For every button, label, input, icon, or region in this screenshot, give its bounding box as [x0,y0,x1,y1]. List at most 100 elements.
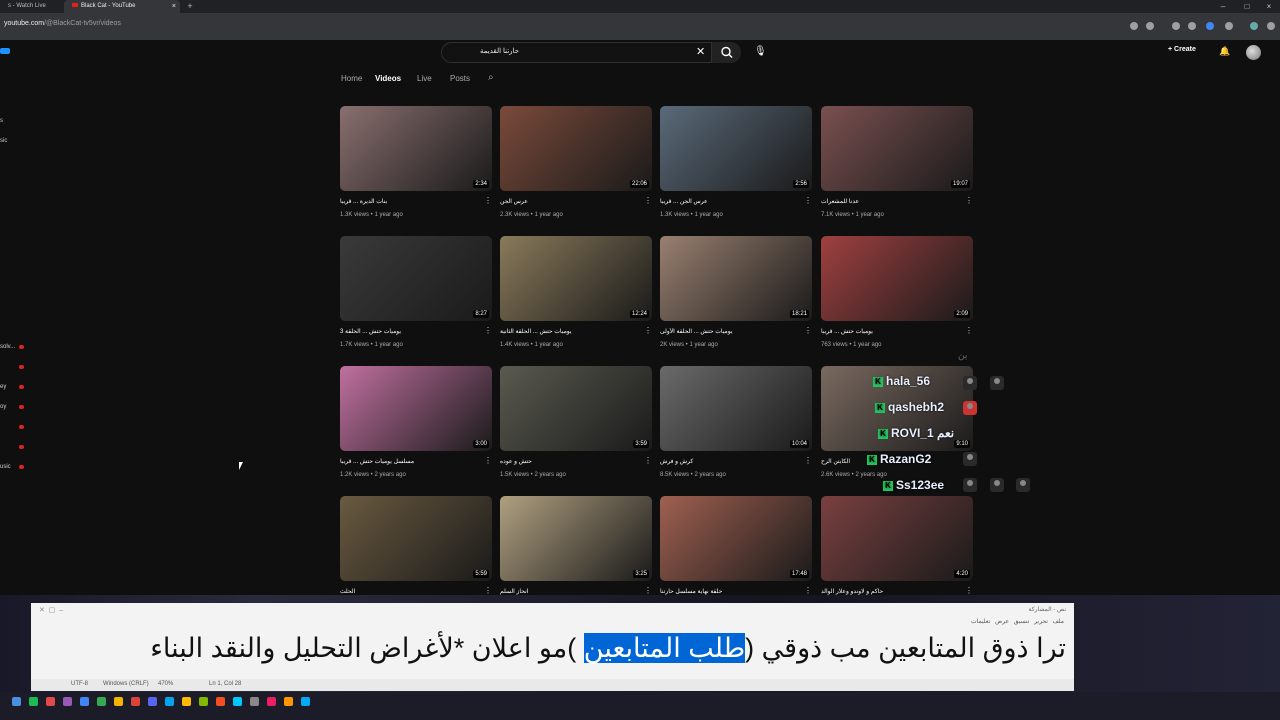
video-title[interactable]: عرس الجن ... قريباً [660,198,800,205]
install-icon[interactable] [1130,22,1138,30]
taskbar-app-icon[interactable] [63,697,72,706]
taskbar-app-icon[interactable] [148,697,157,706]
video-title[interactable]: كرش و فرش [660,458,800,465]
video-thumbnail[interactable]: 18:21 [660,236,812,321]
video-thumbnail[interactable]: 5:59 [340,496,492,581]
search-button[interactable] [711,42,741,63]
maximize-icon[interactable]: □ [1236,0,1258,13]
video-title[interactable]: عدنا للمشعرات [821,198,961,205]
notepad-text[interactable]: ترا ذوق المتابعين مب ذوقي (طلب المتابعين… [150,633,1066,664]
taskbar-app-icon[interactable] [233,697,242,706]
more-options-icon[interactable]: ⋮ [484,586,492,595]
video-title[interactable]: يوميات حتش ... الحلقة الثانية [500,328,640,335]
taskbar-app-icon[interactable] [199,697,208,706]
tab-live[interactable]: Live [417,74,432,83]
tab-black-cat[interactable]: Black Cat - YouTube × [64,0,180,13]
sidebar-item[interactable]: s [0,118,3,124]
video-thumbnail[interactable]: 4:20 [821,496,973,581]
minimize-icon[interactable]: – [1212,0,1234,13]
sidebar-item[interactable]: usic [0,464,11,470]
video-thumbnail[interactable]: 10:04 [660,366,812,451]
avatar[interactable] [1246,45,1261,60]
profile-icon[interactable] [1250,22,1258,30]
video-title[interactable]: الحلث [340,588,480,595]
video-thumbnail[interactable]: 2:09 [821,236,973,321]
youtube-logo-icon[interactable] [0,48,10,54]
taskbar-app-icon[interactable] [29,697,38,706]
more-options-icon[interactable]: ⋮ [804,586,812,595]
video-thumbnail[interactable]: 3:59 [500,366,652,451]
taskbar-app-icon[interactable] [182,697,191,706]
video-title[interactable]: بنات الديرة ... قريباً [340,198,480,205]
more-options-icon[interactable]: ⋮ [804,196,812,205]
sidebar-item[interactable]: sic [0,138,7,144]
more-options-icon[interactable]: ⋮ [644,196,652,205]
channel-search-icon[interactable]: ⌕ [488,72,494,83]
video-title[interactable]: يوميات حتش ... قريباً [821,328,961,335]
tab-watch-live[interactable]: s - Watch Live [0,0,55,13]
video-title[interactable]: حلقة نهاية مسلسل حارتنا [660,588,800,595]
taskbar-app-icon[interactable] [114,697,123,706]
more-options-icon[interactable]: ⋮ [804,326,812,335]
more-options-icon[interactable]: ⋮ [644,456,652,465]
tab-posts[interactable]: Posts [450,74,470,83]
extension-icon[interactable] [1206,22,1214,30]
taskbar-app-icon[interactable] [250,697,259,706]
extensions-puzzle-icon[interactable] [1225,22,1233,30]
video-thumbnail[interactable]: 8:27 [340,236,492,321]
video-thumbnail[interactable]: 3:25 [500,496,652,581]
more-options-icon[interactable]: ⋮ [644,326,652,335]
video-thumbnail[interactable]: 3:00 [340,366,492,451]
notifications-bell-icon[interactable]: 🔔 [1219,46,1230,57]
video-title[interactable]: حاكم و لاوندو وعلار الوالد [821,588,961,595]
video-title[interactable]: يوميات حتش ... الحلقة الأولى [660,328,800,335]
more-options-icon[interactable]: ⋮ [484,456,492,465]
more-options-icon[interactable]: ⋮ [965,586,973,595]
taskbar-app-icon[interactable] [80,697,89,706]
taskbar-app-icon[interactable] [284,697,293,706]
new-tab-button[interactable]: + [185,1,195,11]
tab-videos[interactable]: Videos [375,74,401,83]
video-thumbnail[interactable]: 2:56 [660,106,812,191]
video-title[interactable]: يوميات حتش ... الحلقة 3 [340,328,480,335]
video-title[interactable]: انحاز السلم [500,588,640,595]
notepad-menu[interactable]: ملف تحرير تنسيق عرض تعليمات [971,618,1064,625]
sidebar-item[interactable]: solv... [0,344,15,350]
clear-search-icon[interactable]: ✕ [696,45,705,58]
sidebar-item[interactable]: oy [0,404,6,410]
video-thumbnail[interactable]: 19:07 [821,106,973,191]
address-bar[interactable]: youtube.com/@BlackCat-tv5vr/videos [4,20,121,27]
more-options-icon[interactable]: ⋮ [965,326,973,335]
video-thumbnail[interactable]: 22:06 [500,106,652,191]
taskbar-app-icon[interactable] [267,697,276,706]
video-thumbnail[interactable]: 2:34 [340,106,492,191]
taskbar-app-icon[interactable] [165,697,174,706]
taskbar-app-icon[interactable] [12,697,21,706]
close-window-icon[interactable]: × [1258,0,1280,13]
microphone-icon[interactable]: 🎙 [754,46,767,57]
more-options-icon[interactable]: ⋮ [965,196,973,205]
video-title[interactable]: حتش و عوده [500,458,640,465]
bookmark-star-icon[interactable] [1146,22,1154,30]
more-options-icon[interactable]: ⋮ [804,456,812,465]
video-thumbnail[interactable]: 12:24 [500,236,652,321]
window-controls[interactable]: ✕ ▢ – [39,606,63,614]
more-options-icon[interactable]: ⋮ [484,326,492,335]
more-options-icon[interactable]: ⋮ [644,586,652,595]
taskbar-app-icon[interactable] [46,697,55,706]
menu-kebab-icon[interactable] [1267,22,1275,30]
create-button[interactable]: + Create [1168,46,1196,53]
more-options-icon[interactable]: ⋮ [484,196,492,205]
close-tab-icon[interactable]: × [172,0,176,13]
taskbar-app-icon[interactable] [131,697,140,706]
extension-icon[interactable] [1188,22,1196,30]
extension-icon[interactable] [1172,22,1180,30]
taskbar-app-icon[interactable] [301,697,310,706]
video-thumbnail[interactable]: 17:48 [660,496,812,581]
tab-home[interactable]: Home [341,74,362,83]
sidebar-item[interactable]: ey [0,384,6,390]
video-title[interactable]: مسلسل يوميات حتش ... قريباً [340,458,480,465]
taskbar-app-icon[interactable] [216,697,225,706]
video-title[interactable]: عرس الجن [500,198,640,205]
taskbar-app-icon[interactable] [97,697,106,706]
